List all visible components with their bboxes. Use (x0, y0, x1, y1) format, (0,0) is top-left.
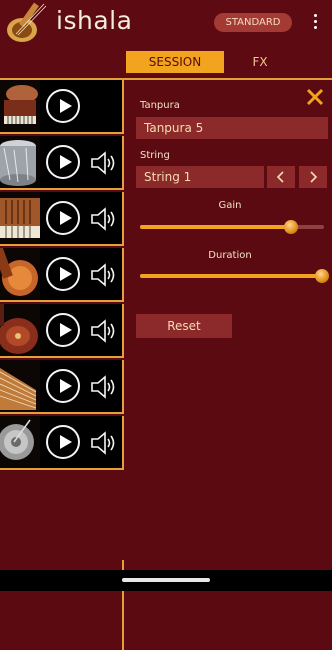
duration-slider-thumb[interactable] (315, 269, 329, 283)
string-label: String (140, 150, 170, 161)
app-root: ishala STANDARD SESSION FX Tanpura Tanpu… (0, 0, 332, 650)
string-next-button[interactable] (299, 166, 327, 188)
instrument-thumb-sitar (0, 304, 40, 356)
instrument-thumb-harmonium (0, 192, 40, 244)
reset-button[interactable]: Reset (136, 314, 232, 338)
instrument-row-3 (0, 192, 124, 246)
instrument-row-7 (0, 416, 124, 470)
speaker-icon[interactable] (90, 375, 118, 399)
tanpura-select[interactable]: Tanpura 5 (136, 117, 328, 139)
speaker-icon[interactable] (90, 263, 118, 287)
play-button[interactable] (46, 257, 80, 291)
home-gesture-pill[interactable] (122, 578, 210, 582)
more-vert-icon[interactable] (310, 14, 320, 32)
brand-name: ishala (56, 6, 133, 35)
gain-slider-thumb[interactable] (283, 220, 298, 234)
tab-session[interactable]: SESSION (126, 51, 224, 73)
string-prev-button[interactable] (267, 166, 295, 188)
instrument-row-4 (0, 248, 124, 302)
instrument-row-2 (0, 136, 124, 190)
system-nav-bar (0, 570, 332, 591)
instrument-list (0, 80, 124, 650)
close-icon[interactable] (306, 88, 324, 106)
instrument-row-5 (0, 304, 124, 358)
instrument-row-1 (0, 80, 124, 134)
tanpura-logo-icon (7, 2, 47, 42)
tanpura-label: Tanpura (140, 100, 180, 111)
play-button[interactable] (46, 201, 80, 235)
gain-slider-fill (140, 225, 291, 229)
duration-slider[interactable] (140, 269, 329, 283)
play-button[interactable] (46, 425, 80, 459)
instrument-thumb-harmonium (0, 80, 40, 132)
speaker-icon[interactable] (90, 207, 118, 231)
chevron-right-icon (310, 171, 318, 183)
mode-button[interactable]: STANDARD (214, 13, 292, 32)
app-header: ishala STANDARD (0, 0, 332, 46)
play-button[interactable] (46, 369, 80, 403)
instrument-thumb-drum (0, 136, 40, 188)
play-button[interactable] (46, 145, 80, 179)
gain-slider[interactable] (140, 220, 324, 234)
instrument-thumb-tanpura (0, 248, 40, 300)
tab-bar: SESSION FX (0, 46, 332, 80)
speaker-icon[interactable] (90, 319, 118, 343)
tab-fx[interactable]: FX (230, 51, 290, 73)
instrument-settings-panel: Tanpura Tanpura 5 String String 1 Gain D… (124, 80, 332, 570)
chevron-left-icon (276, 171, 284, 183)
instrument-thumb-manjira (0, 416, 40, 468)
instrument-thumb-swarmandal (0, 360, 40, 412)
duration-label: Duration (208, 250, 252, 261)
speaker-icon[interactable] (90, 151, 118, 175)
string-select[interactable]: String 1 (136, 166, 264, 188)
play-button[interactable] (46, 89, 80, 123)
duration-slider-fill (140, 274, 322, 278)
gain-label: Gain (218, 200, 242, 211)
play-button[interactable] (46, 313, 80, 347)
speaker-icon[interactable] (90, 431, 118, 455)
instrument-row-6 (0, 360, 124, 414)
